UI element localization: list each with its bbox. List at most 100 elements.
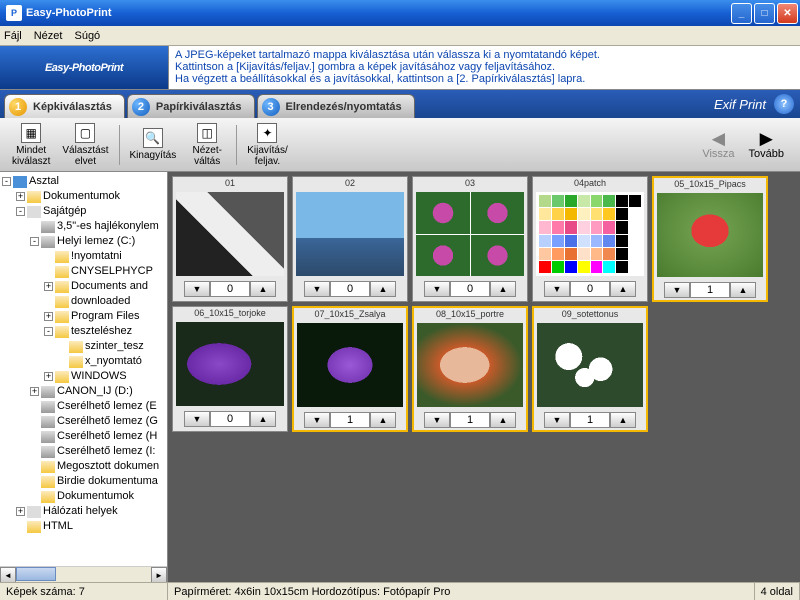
drive-icon bbox=[41, 431, 55, 443]
horizontal-scrollbar[interactable]: ◄ ► bbox=[0, 566, 167, 582]
deselect-all-icon: ▢ bbox=[75, 123, 95, 143]
tree-item[interactable]: Cserélhető lemez (H bbox=[2, 429, 165, 444]
tree-label: Megosztott dokumen bbox=[57, 459, 159, 474]
tree-item[interactable]: Cserélhető lemez (I: bbox=[2, 444, 165, 459]
tree-label: Sajátgép bbox=[43, 204, 86, 219]
thumbnail[interactable]: 01▼0▲ bbox=[172, 176, 288, 302]
tree-item[interactable]: Cserélhető lemez (G bbox=[2, 414, 165, 429]
increment-button[interactable]: ▲ bbox=[370, 281, 396, 297]
tab-image-select[interactable]: 1 Képkiválasztás bbox=[4, 94, 125, 118]
tree-item[interactable]: Dokumentumok bbox=[2, 489, 165, 504]
decrement-button[interactable]: ▼ bbox=[184, 411, 210, 427]
tree-label: Cserélhető lemez (I: bbox=[57, 444, 155, 459]
tree-item[interactable]: + WINDOWS bbox=[2, 369, 165, 384]
decrement-button[interactable]: ▼ bbox=[544, 412, 570, 428]
select-all-button[interactable]: ▦ Mindetkiválaszt bbox=[6, 121, 56, 169]
collapse-icon[interactable]: - bbox=[16, 207, 25, 216]
folder-tree-sidebar: -Asztal+Dokumentumok-Sajátgép3,5"-es haj… bbox=[0, 172, 168, 582]
increment-button[interactable]: ▲ bbox=[490, 281, 516, 297]
expand-icon[interactable]: + bbox=[44, 372, 53, 381]
minimize-button[interactable]: _ bbox=[731, 3, 752, 24]
zoom-button[interactable]: 🔍 Kinagyítás bbox=[124, 126, 183, 163]
back-button[interactable]: ◄ Vissza bbox=[702, 130, 734, 160]
close-button[interactable]: ✕ bbox=[777, 3, 798, 24]
thumbnail[interactable]: 04patch▼0▲ bbox=[532, 176, 648, 302]
window-title: Easy-PhotoPrint bbox=[26, 7, 731, 19]
increment-button[interactable]: ▲ bbox=[610, 281, 636, 297]
tree-item[interactable]: -Asztal bbox=[2, 174, 165, 189]
tree-item[interactable]: + Program Files bbox=[2, 309, 165, 324]
thumbnail[interactable]: 09_sotettonus▼1▲ bbox=[532, 306, 648, 432]
menu-view[interactable]: Nézet bbox=[34, 30, 63, 42]
decrement-button[interactable]: ▼ bbox=[184, 281, 210, 297]
decrement-button[interactable]: ▼ bbox=[664, 282, 690, 298]
help-button[interactable]: ? bbox=[774, 94, 794, 114]
expand-icon[interactable]: + bbox=[44, 312, 53, 321]
thumbnail[interactable]: 05_10x15_Pipacs▼1▲ bbox=[652, 176, 768, 302]
tree-label: Documents and bbox=[71, 279, 148, 294]
thumbnail[interactable]: 02▼0▲ bbox=[292, 176, 408, 302]
tree-item[interactable]: Megosztott dokumen bbox=[2, 459, 165, 474]
tree-label: WINDOWS bbox=[71, 369, 127, 384]
tree-item[interactable]: 3,5"-es hajlékonylem bbox=[2, 219, 165, 234]
toolbar: ▦ Mindetkiválaszt ▢ Választástelvet 🔍 Ki… bbox=[0, 118, 800, 172]
tree-item[interactable]: +Hálózati helyek bbox=[2, 504, 165, 519]
scroll-right-button[interactable]: ► bbox=[151, 567, 167, 582]
tree-item[interactable]: +Dokumentumok bbox=[2, 189, 165, 204]
tree-item[interactable]: downloaded bbox=[2, 294, 165, 309]
folder-icon bbox=[55, 296, 69, 308]
collapse-icon[interactable]: - bbox=[30, 237, 39, 246]
tabbar: 1 Képkiválasztás 2 Papírkiválasztás 3 El… bbox=[0, 90, 800, 118]
next-button[interactable]: ► Tovább bbox=[749, 130, 784, 160]
decrement-button[interactable]: ▼ bbox=[304, 281, 330, 297]
expand-icon[interactable]: + bbox=[44, 282, 53, 291]
collapse-icon[interactable]: - bbox=[44, 327, 53, 336]
menu-help[interactable]: Súgó bbox=[74, 30, 100, 42]
increment-button[interactable]: ▲ bbox=[250, 281, 276, 297]
scroll-left-button[interactable]: ◄ bbox=[0, 567, 16, 582]
thumbnail[interactable]: 06_10x15_torjoke▼0▲ bbox=[172, 306, 288, 432]
increment-button[interactable]: ▲ bbox=[250, 411, 276, 427]
tree-item[interactable]: -Helyi lemez (C:) bbox=[2, 234, 165, 249]
tree-label: Program Files bbox=[71, 309, 139, 324]
tree-item[interactable]: -teszteléshez bbox=[2, 324, 165, 339]
decrement-button[interactable]: ▼ bbox=[304, 412, 330, 428]
scroll-thumb[interactable] bbox=[16, 567, 56, 581]
thumbnail[interactable]: 03▼0▲ bbox=[412, 176, 528, 302]
app-logo: Easy-PhotoPrint bbox=[0, 46, 168, 89]
decrement-button[interactable]: ▼ bbox=[544, 281, 570, 297]
thumbnail[interactable]: 07_10x15_Zsalya▼1▲ bbox=[292, 306, 408, 432]
increment-button[interactable]: ▲ bbox=[490, 412, 516, 428]
tree-item[interactable]: + Documents and bbox=[2, 279, 165, 294]
tab-layout-print[interactable]: 3 Elrendezés/nyomtatás bbox=[257, 94, 415, 118]
tree-item[interactable]: x_nyomtató bbox=[2, 354, 165, 369]
tree-item[interactable]: !nyomtatni bbox=[2, 249, 165, 264]
increment-button[interactable]: ▲ bbox=[610, 412, 636, 428]
tree-item[interactable]: +CANON_IJ (D:) bbox=[2, 384, 165, 399]
decrement-button[interactable]: ▼ bbox=[424, 412, 450, 428]
thumb-image bbox=[297, 323, 403, 407]
folder-icon bbox=[69, 341, 83, 353]
thumbnail[interactable]: 08_10x15_portre▼1▲ bbox=[412, 306, 528, 432]
tab-paper-select[interactable]: 2 Papírkiválasztás bbox=[127, 94, 255, 118]
thumb-filename: 09_sotettonus bbox=[534, 308, 646, 320]
info-line: A JPEG-képeket tartalmazó mappa kiválasz… bbox=[175, 49, 794, 61]
tree-item[interactable]: Birdie dokumentuma bbox=[2, 474, 165, 489]
tree-item[interactable]: CNYSELPHYCP bbox=[2, 264, 165, 279]
expand-icon[interactable]: + bbox=[16, 507, 25, 516]
correct-button[interactable]: ✦ Kijavítás/feljav. bbox=[241, 121, 294, 169]
deselect-all-button[interactable]: ▢ Választástelvet bbox=[56, 121, 114, 169]
expand-icon[interactable]: + bbox=[16, 192, 25, 201]
decrement-button[interactable]: ▼ bbox=[424, 281, 450, 297]
maximize-button[interactable]: □ bbox=[754, 3, 775, 24]
collapse-icon[interactable]: - bbox=[2, 177, 11, 186]
menu-file[interactable]: Fájl bbox=[4, 30, 22, 42]
increment-button[interactable]: ▲ bbox=[370, 412, 396, 428]
tree-item[interactable]: - Sajátgép bbox=[2, 204, 165, 219]
view-switch-button[interactable]: ◫ Nézet-váltás bbox=[182, 121, 232, 169]
increment-button[interactable]: ▲ bbox=[730, 282, 756, 298]
tree-item[interactable]: szinter_tesz bbox=[2, 339, 165, 354]
tree-item[interactable]: HTML bbox=[2, 519, 165, 534]
expand-icon[interactable]: + bbox=[30, 387, 39, 396]
tree-item[interactable]: Cserélhető lemez (E bbox=[2, 399, 165, 414]
